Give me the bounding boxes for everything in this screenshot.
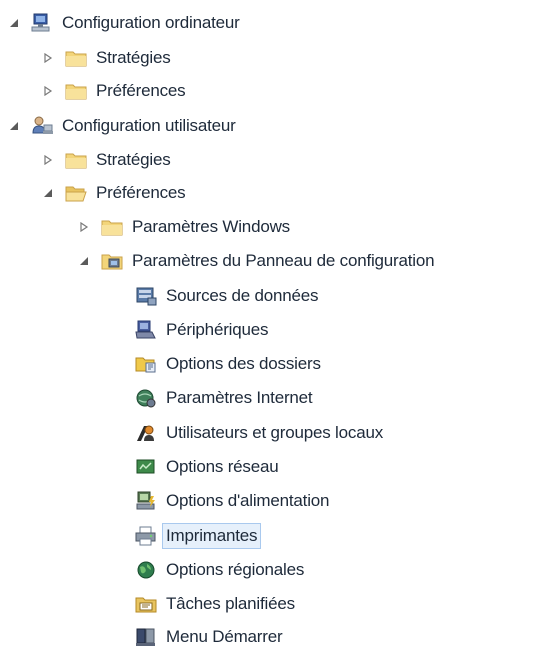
tree-item-label: Options des dossiers bbox=[166, 354, 321, 373]
tree-node-label: Préférences bbox=[96, 183, 186, 202]
tree-item-internet-settings[interactable]: Paramètres Internet bbox=[134, 383, 313, 413]
tree-item-local-users-groups[interactable]: Utilisateurs et groupes locaux bbox=[134, 418, 383, 448]
tree-node-user-configuration[interactable]: Configuration utilisateur bbox=[8, 111, 236, 141]
collapsed-arrow-icon[interactable] bbox=[78, 221, 90, 233]
tree-node-windows-settings[interactable]: Paramètres Windows bbox=[78, 212, 290, 242]
collapsed-arrow-icon[interactable] bbox=[42, 52, 54, 64]
tree-node-label: Stratégies bbox=[96, 48, 171, 67]
folder-options-icon bbox=[134, 353, 158, 375]
expanded-arrow-icon[interactable] bbox=[8, 17, 20, 29]
tree-node-computer-strategies[interactable]: Stratégies bbox=[42, 43, 171, 73]
tree-item-power-options[interactable]: Options d'alimentation bbox=[134, 486, 329, 516]
collapsed-arrow-icon[interactable] bbox=[42, 154, 54, 166]
tree-node-computer-configuration[interactable]: Configuration ordinateur bbox=[8, 8, 240, 38]
tree-item-label: Tâches planifiées bbox=[166, 594, 295, 613]
tree-node-label: Configuration utilisateur bbox=[62, 116, 236, 135]
scheduled-tasks-icon bbox=[134, 593, 158, 615]
tree-item-label: Options régionales bbox=[166, 560, 305, 579]
network-options-icon bbox=[134, 456, 158, 478]
expanded-arrow-icon[interactable] bbox=[8, 120, 20, 132]
tree-item-label: Imprimantes bbox=[162, 523, 262, 549]
tree-item-printers[interactable]: Imprimantes bbox=[134, 521, 262, 551]
start-menu-icon bbox=[134, 626, 158, 648]
user-config-icon bbox=[30, 115, 54, 137]
tree-node-label: Paramètres Windows bbox=[132, 217, 290, 236]
tree-node-control-panel-settings[interactable]: Paramètres du Panneau de configuration bbox=[78, 246, 435, 276]
tree-node-user-preferences[interactable]: Préférences bbox=[42, 178, 186, 208]
expanded-arrow-icon[interactable] bbox=[78, 255, 90, 267]
group-policy-tree: Configuration ordinateur Stratégies Préf… bbox=[0, 0, 560, 650]
tree-item-regional-options[interactable]: Options régionales bbox=[134, 555, 304, 585]
collapsed-arrow-icon[interactable] bbox=[42, 85, 54, 97]
tree-item-folder-options[interactable]: Options des dossiers bbox=[134, 349, 321, 379]
power-options-icon bbox=[134, 490, 158, 512]
tree-item-scheduled-tasks[interactable]: Tâches planifiées bbox=[134, 589, 295, 619]
tree-item-label: Paramètres Internet bbox=[166, 388, 313, 407]
devices-icon bbox=[134, 319, 158, 341]
tree-node-computer-preferences[interactable]: Préférences bbox=[42, 76, 186, 106]
tree-node-label: Configuration ordinateur bbox=[62, 13, 240, 32]
tree-item-label: Options réseau bbox=[166, 457, 279, 476]
tree-item-label: Menu Démarrer bbox=[166, 627, 283, 646]
tree-node-label: Stratégies bbox=[96, 150, 171, 169]
tree-item-label: Sources de données bbox=[166, 286, 319, 305]
regional-options-icon bbox=[134, 559, 158, 581]
tree-item-label: Utilisateurs et groupes locaux bbox=[166, 423, 384, 442]
folder-icon bbox=[64, 80, 88, 102]
tree-node-label: Paramètres du Panneau de configuration bbox=[132, 251, 435, 270]
tree-item-data-sources[interactable]: Sources de données bbox=[134, 281, 319, 311]
folder-icon bbox=[100, 216, 124, 238]
internet-settings-icon bbox=[134, 387, 158, 409]
computer-config-icon bbox=[30, 12, 54, 34]
tree-item-label: Périphériques bbox=[166, 320, 269, 339]
tree-item-start-menu[interactable]: Menu Démarrer bbox=[134, 622, 283, 652]
data-sources-icon bbox=[134, 285, 158, 307]
tree-item-label: Options d'alimentation bbox=[166, 491, 330, 510]
folder-icon bbox=[64, 47, 88, 69]
tree-node-label: Préférences bbox=[96, 81, 186, 100]
folder-open-icon bbox=[64, 182, 88, 204]
tree-item-network-options[interactable]: Options réseau bbox=[134, 452, 279, 482]
folder-icon bbox=[64, 149, 88, 171]
printers-icon bbox=[134, 525, 158, 547]
tree-node-user-strategies[interactable]: Stratégies bbox=[42, 145, 171, 175]
local-users-groups-icon bbox=[134, 422, 158, 444]
expanded-arrow-icon[interactable] bbox=[42, 187, 54, 199]
control-panel-folder-icon bbox=[100, 250, 124, 272]
tree-item-devices[interactable]: Périphériques bbox=[134, 315, 269, 345]
